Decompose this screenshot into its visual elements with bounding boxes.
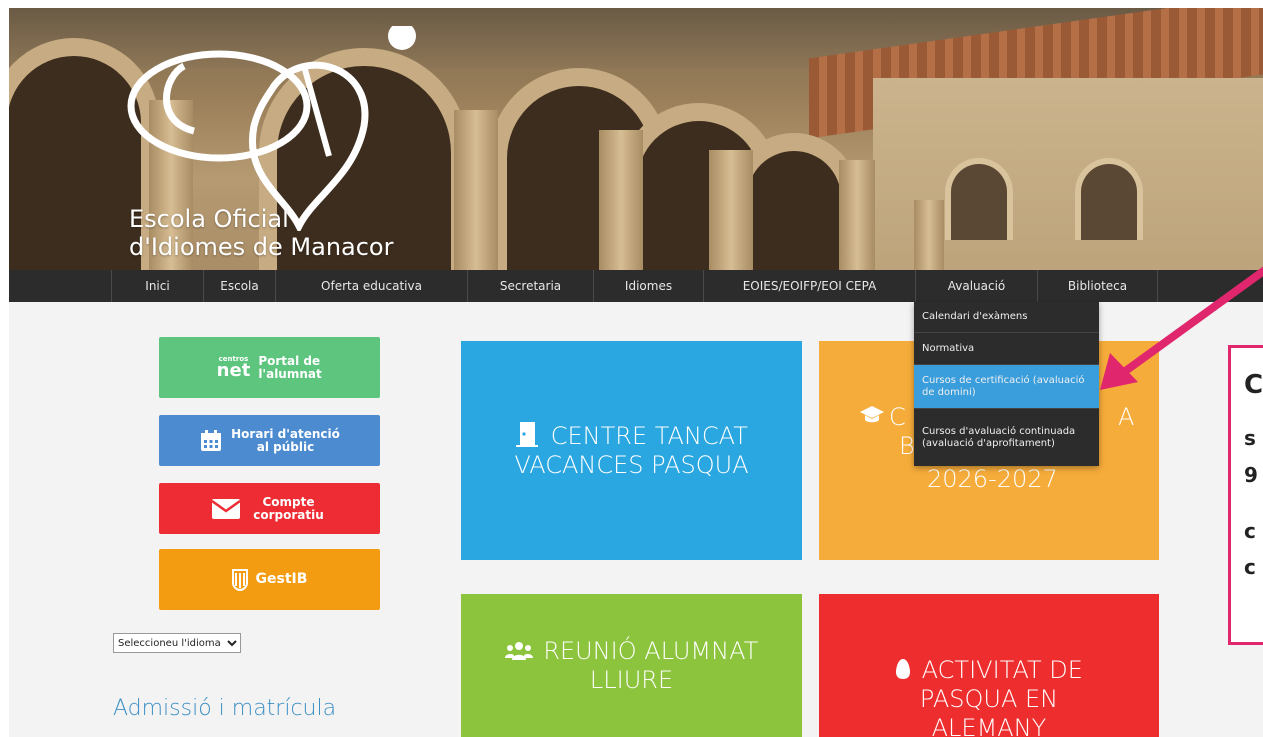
language-select[interactable]: Seleccioneu l'idioma	[113, 633, 241, 653]
logo-line-1: Escola Oficial	[129, 205, 289, 233]
horari-atencio-button[interactable]: Horari d'atenció al públic	[159, 415, 380, 466]
calendar-icon	[200, 429, 221, 451]
callout-line-3: 9	[1244, 463, 1258, 487]
dropdown-item-cursos-avaluacio-continuada[interactable]: Cursos d'avaluació continuada (avaluació…	[914, 408, 1099, 466]
tile-activitat-pasqua[interactable]: ACTIVITAT DE PASQUA EN ALEMANY	[819, 594, 1159, 737]
tile-reunio-label: REUNIÓ ALUMNAT LLIURE	[543, 636, 759, 694]
tile-reunio-alumnat[interactable]: REUNIÓ ALUMNAT LLIURE	[461, 594, 802, 737]
page: Escola Oficial d'Idiomes de Manacor Inic…	[0, 0, 1263, 737]
users-icon	[504, 641, 533, 660]
callout-line-2: s	[1244, 426, 1256, 450]
horari-atencio-label: Horari d'atenció al públic	[231, 426, 340, 454]
nav-item-secretaria[interactable]: Secretaria	[467, 270, 593, 302]
website-frame: Escola Oficial d'Idiomes de Manacor Inic…	[9, 8, 1263, 737]
compte-corporatiu-button[interactable]: Compte corporatiu	[159, 483, 380, 534]
nav-item-oferta-educativa[interactable]: Oferta educativa	[275, 270, 467, 302]
door-icon	[516, 422, 539, 447]
avaluacio-dropdown: Calendari d'exàmens Normativa Cursos de …	[914, 302, 1099, 466]
nav-item-avaluacio[interactable]: Avaluació	[915, 270, 1037, 302]
admission-heading[interactable]: Admissió i matrícula	[113, 696, 336, 721]
eoi-logo-icon[interactable]	[124, 26, 424, 231]
annotation-arrow-icon	[1100, 266, 1263, 390]
nav-item-inici[interactable]: Inici	[111, 270, 203, 302]
tile-oferta-text-mid: B	[899, 432, 915, 460]
callout-line-4: c	[1244, 519, 1256, 543]
callout-line-5: c	[1244, 555, 1256, 579]
nav-item-eoies[interactable]: EOIES/EOIFP/EOI CEPA	[703, 270, 915, 302]
portal-alumnat-button[interactable]: centros net Portal de l'alumnat	[159, 337, 380, 398]
gestib-button[interactable]: GestIB	[159, 549, 380, 610]
logo-line-2: d'Idiomes de Manacor	[129, 233, 394, 261]
main-nav: Inici Escola Oferta educativa Secretaria…	[9, 270, 1263, 302]
portal-alumnat-label: Portal de l'alumnat	[258, 353, 322, 381]
balearic-shield-icon	[231, 568, 248, 591]
tile-oferta-year: 2026-2027	[927, 465, 1058, 493]
envelope-icon	[210, 498, 241, 519]
centrosnet-logo-icon: centros net	[216, 354, 251, 381]
gestib-label: GestIB	[255, 571, 308, 587]
dropdown-item-calendari[interactable]: Calendari d'exàmens	[914, 302, 1099, 332]
egg-icon	[896, 659, 911, 679]
graduation-cap-icon	[860, 406, 884, 423]
nav-item-idiomes[interactable]: Idiomes	[593, 270, 703, 302]
dropdown-item-normativa[interactable]: Normativa	[914, 332, 1099, 364]
tile-centre-tancat[interactable]: CENTRE TANCAT VACANCES PASQUA	[461, 341, 802, 560]
dropdown-item-cursos-certificacio[interactable]: Cursos de certificació (avaluació de dom…	[914, 364, 1099, 408]
tile-oferta-text-left: C	[889, 403, 906, 431]
tile-centre-tancat-label: CENTRE TANCAT VACANCES PASQUA	[514, 422, 749, 479]
nav-item-escola[interactable]: Escola	[203, 270, 275, 302]
tile-oferta-text-right: A	[1118, 403, 1135, 431]
compte-corporatiu-label: Compte corporatiu	[253, 494, 324, 522]
header-banner: Escola Oficial d'Idiomes de Manacor	[9, 8, 1263, 270]
tile-activitat-label: ACTIVITAT DE PASQUA EN ALEMANY	[919, 656, 1083, 737]
